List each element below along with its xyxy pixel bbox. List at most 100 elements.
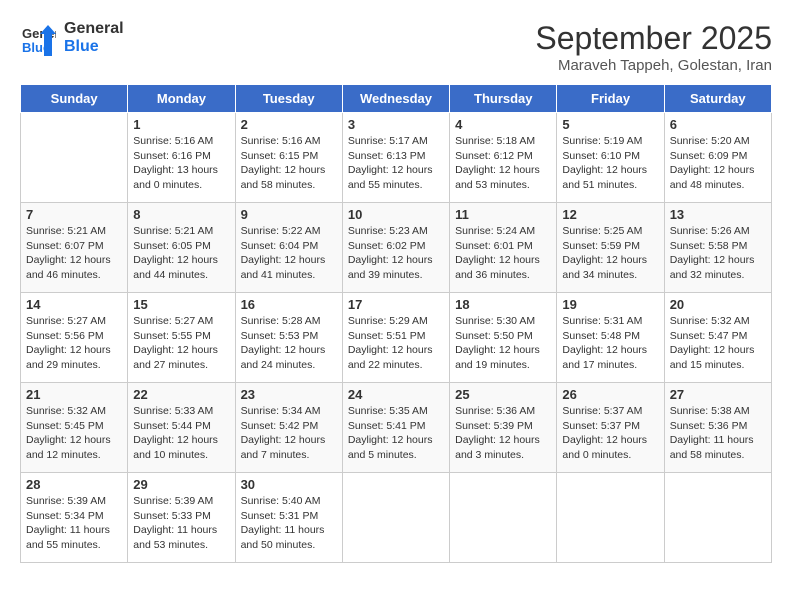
day-number: 14 [26,297,122,312]
day-info: Sunrise: 5:24 AM Sunset: 6:01 PM Dayligh… [455,224,551,283]
day-number: 12 [562,207,658,222]
day-number: 15 [133,297,229,312]
calendar-cell: 26 Sunrise: 5:37 AM Sunset: 5:37 PM Dayli… [557,383,664,473]
day-number: 23 [241,387,337,402]
day-number: 17 [348,297,444,312]
day-number: 26 [562,387,658,402]
day-number: 2 [241,117,337,132]
calendar-cell: 2 Sunrise: 5:16 AM Sunset: 6:15 PM Daylig… [235,113,342,203]
day-number: 6 [670,117,766,132]
calendar-cell: 16 Sunrise: 5:28 AM Sunset: 5:53 PM Dayli… [235,293,342,383]
day-info: Sunrise: 5:39 AM Sunset: 5:34 PM Dayligh… [26,494,122,553]
day-info: Sunrise: 5:31 AM Sunset: 5:48 PM Dayligh… [562,314,658,373]
calendar-cell: 28 Sunrise: 5:39 AM Sunset: 5:34 PM Dayli… [21,473,128,563]
calendar-cell: 19 Sunrise: 5:31 AM Sunset: 5:48 PM Dayli… [557,293,664,383]
calendar-week-row: 7 Sunrise: 5:21 AM Sunset: 6:07 PM Daylig… [21,203,772,293]
calendar-cell: 11 Sunrise: 5:24 AM Sunset: 6:01 PM Dayli… [450,203,557,293]
calendar-cell: 1Sunrise: 5:16 AM Sunset: 6:16 PM Daylig… [128,113,235,203]
day-number: 4 [455,117,551,132]
calendar-cell: 9 Sunrise: 5:22 AM Sunset: 6:04 PM Daylig… [235,203,342,293]
calendar-cell [664,473,771,563]
day-info: Sunrise: 5:21 AM Sunset: 6:07 PM Dayligh… [26,224,122,283]
calendar-cell: 21Sunrise: 5:32 AM Sunset: 5:45 PM Dayli… [21,383,128,473]
calendar-cell: 25 Sunrise: 5:36 AM Sunset: 5:39 PM Dayli… [450,383,557,473]
day-number: 8 [133,207,229,222]
day-number: 13 [670,207,766,222]
day-info: Sunrise: 5:39 AM Sunset: 5:33 PM Dayligh… [133,494,229,553]
day-header-thursday: Thursday [450,85,557,113]
day-number: 25 [455,387,551,402]
day-header-monday: Monday [128,85,235,113]
calendar-cell: 24 Sunrise: 5:35 AM Sunset: 5:41 PM Dayli… [342,383,449,473]
day-header-saturday: Saturday [664,85,771,113]
page-header: General Blue General Blue September 2025… [20,20,772,74]
logo: General Blue General Blue [20,20,124,56]
calendar-week-row: 28 Sunrise: 5:39 AM Sunset: 5:34 PM Dayli… [21,473,772,563]
day-number: 3 [348,117,444,132]
calendar-table: SundayMondayTuesdayWednesdayThursdayFrid… [20,84,772,563]
calendar-cell: 17 Sunrise: 5:29 AM Sunset: 5:51 PM Dayli… [342,293,449,383]
day-header-tuesday: Tuesday [235,85,342,113]
day-info: Sunrise: 5:27 AM Sunset: 5:56 PM Dayligh… [26,314,122,373]
calendar-cell: 30Sunrise: 5:40 AM Sunset: 5:31 PM Dayli… [235,473,342,563]
day-number: 7 [26,207,122,222]
day-info: Sunrise: 5:28 AM Sunset: 5:53 PM Dayligh… [241,314,337,373]
day-header-friday: Friday [557,85,664,113]
day-info: Sunrise: 5:29 AM Sunset: 5:51 PM Dayligh… [348,314,444,373]
day-number: 18 [455,297,551,312]
day-number: 5 [562,117,658,132]
calendar-cell [450,473,557,563]
calendar-cell: 12 Sunrise: 5:25 AM Sunset: 5:59 PM Dayli… [557,203,664,293]
calendar-cell: 4Sunrise: 5:18 AM Sunset: 6:12 PM Daylig… [450,113,557,203]
day-number: 10 [348,207,444,222]
logo-blue: Blue [64,38,124,56]
day-info: Sunrise: 5:30 AM Sunset: 5:50 PM Dayligh… [455,314,551,373]
day-number: 19 [562,297,658,312]
day-info: Sunrise: 5:32 AM Sunset: 5:47 PM Dayligh… [670,314,766,373]
day-header-sunday: Sunday [21,85,128,113]
day-number: 16 [241,297,337,312]
calendar-cell: 23 Sunrise: 5:34 AM Sunset: 5:42 PM Dayli… [235,383,342,473]
logo-icon: General Blue [20,20,56,56]
calendar-cell: 3 Sunrise: 5:17 AM Sunset: 6:13 PM Daylig… [342,113,449,203]
day-number: 30 [241,477,337,492]
calendar-cell: 8 Sunrise: 5:21 AM Sunset: 6:05 PM Daylig… [128,203,235,293]
calendar-cell: 18 Sunrise: 5:30 AM Sunset: 5:50 PM Dayli… [450,293,557,383]
day-number: 21 [26,387,122,402]
calendar-cell [342,473,449,563]
logo-general: General [64,20,124,38]
day-info: Sunrise: 5:22 AM Sunset: 6:04 PM Dayligh… [241,224,337,283]
day-number: 24 [348,387,444,402]
day-info: Sunrise: 5:16 AM Sunset: 6:16 PM Dayligh… [133,134,229,193]
day-info: Sunrise: 5:36 AM Sunset: 5:39 PM Dayligh… [455,404,551,463]
day-header-wednesday: Wednesday [342,85,449,113]
day-info: Sunrise: 5:33 AM Sunset: 5:44 PM Dayligh… [133,404,229,463]
day-info: Sunrise: 5:37 AM Sunset: 5:37 PM Dayligh… [562,404,658,463]
day-info: Sunrise: 5:27 AM Sunset: 5:55 PM Dayligh… [133,314,229,373]
calendar-week-row: 14 Sunrise: 5:27 AM Sunset: 5:56 PM Dayli… [21,293,772,383]
day-info: Sunrise: 5:35 AM Sunset: 5:41 PM Dayligh… [348,404,444,463]
calendar-cell [21,113,128,203]
day-number: 9 [241,207,337,222]
day-number: 11 [455,207,551,222]
day-info: Sunrise: 5:34 AM Sunset: 5:42 PM Dayligh… [241,404,337,463]
day-info: Sunrise: 5:16 AM Sunset: 6:15 PM Dayligh… [241,134,337,193]
calendar-cell: 5Sunrise: 5:19 AM Sunset: 6:10 PM Daylig… [557,113,664,203]
day-info: Sunrise: 5:17 AM Sunset: 6:13 PM Dayligh… [348,134,444,193]
calendar-cell: 14 Sunrise: 5:27 AM Sunset: 5:56 PM Dayli… [21,293,128,383]
calendar-cell: 22Sunrise: 5:33 AM Sunset: 5:44 PM Dayli… [128,383,235,473]
calendar-cell: 27 Sunrise: 5:38 AM Sunset: 5:36 PM Dayli… [664,383,771,473]
location-subtitle: Maraveh Tappeh, Golestan, Iran [535,57,772,74]
day-number: 28 [26,477,122,492]
day-number: 20 [670,297,766,312]
day-info: Sunrise: 5:21 AM Sunset: 6:05 PM Dayligh… [133,224,229,283]
day-info: Sunrise: 5:38 AM Sunset: 5:36 PM Dayligh… [670,404,766,463]
day-number: 29 [133,477,229,492]
day-number: 27 [670,387,766,402]
calendar-cell: 6Sunrise: 5:20 AM Sunset: 6:09 PM Daylig… [664,113,771,203]
title-block: September 2025 Maraveh Tappeh, Golestan,… [535,20,772,74]
calendar-cell: 13Sunrise: 5:26 AM Sunset: 5:58 PM Dayli… [664,203,771,293]
day-info: Sunrise: 5:25 AM Sunset: 5:59 PM Dayligh… [562,224,658,283]
calendar-cell: 15 Sunrise: 5:27 AM Sunset: 5:55 PM Dayli… [128,293,235,383]
day-info: Sunrise: 5:23 AM Sunset: 6:02 PM Dayligh… [348,224,444,283]
